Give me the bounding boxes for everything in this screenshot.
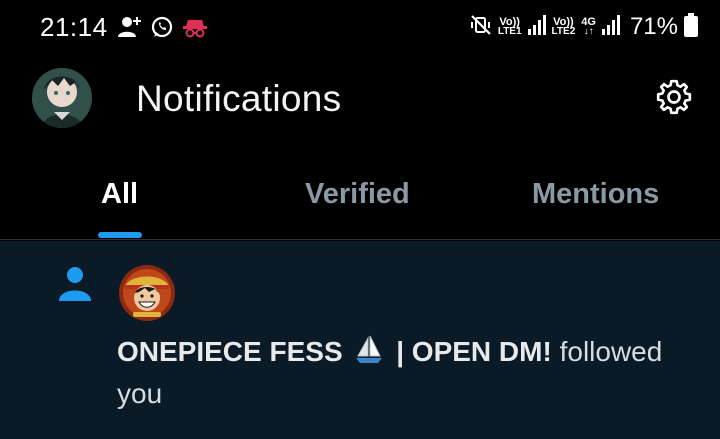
- follower-avatar-image: [119, 265, 175, 321]
- status-notification-icons: [117, 15, 208, 39]
- add-person-icon: [117, 16, 142, 38]
- tab-mentions[interactable]: Mentions: [532, 178, 659, 211]
- whatsapp-icon: [150, 15, 174, 39]
- status-system-icons: Vo)) LTE1 Vo)) LTE2 4G ↓↑ 71%: [470, 12, 698, 42]
- notification-tabs: All Verified Mentions: [0, 160, 720, 240]
- vibrate-mute-icon: [470, 14, 492, 41]
- sim2-lte: LTE2: [551, 26, 576, 37]
- page-title: Notifications: [136, 78, 342, 119]
- gear-icon: [654, 77, 694, 122]
- incognito-icon: [182, 16, 208, 38]
- avatar[interactable]: [32, 68, 92, 128]
- network-type: 4G ↓↑: [581, 17, 596, 37]
- signal-sim1-icon: [527, 14, 546, 40]
- tab-all[interactable]: All: [101, 178, 138, 211]
- sailboat-icon: [354, 335, 384, 375]
- sim2-label: Vo)) LTE2: [552, 17, 576, 37]
- sim1-label: Vo)) LTE1: [498, 17, 522, 37]
- follower-name-suffix[interactable]: | OPEN DM!: [396, 336, 552, 367]
- notification-item[interactable]: ONEPIECE FESS | OPEN DM! followed you: [0, 241, 720, 439]
- header: Notifications: [0, 58, 720, 142]
- data-arrows-icon: ↓↑: [583, 26, 594, 37]
- status-time: 21:14: [40, 11, 108, 42]
- settings-button[interactable]: [652, 77, 696, 121]
- status-bar: 21:14 Vo)) LTE1 Vo)) LTE2 4G ↓↑ 71%: [0, 0, 720, 54]
- avatar-image: [32, 68, 92, 128]
- person-icon: [58, 265, 92, 308]
- notification-text: ONEPIECE FESS | OPEN DM! followed you: [117, 333, 707, 413]
- app-window: 21:14 Vo)) LTE1 Vo)) LTE2 4G ↓↑ 71% Noti…: [0, 0, 720, 439]
- battery-percent: 71%: [629, 13, 678, 40]
- battery-icon: [684, 12, 698, 42]
- follower-avatar[interactable]: [119, 265, 175, 321]
- follower-name[interactable]: ONEPIECE FESS: [117, 336, 343, 367]
- tab-verified[interactable]: Verified: [305, 178, 410, 211]
- sim1-lte: LTE1: [497, 26, 522, 37]
- signal-sim2-icon: [601, 14, 620, 40]
- active-tab-indicator: [98, 232, 142, 238]
